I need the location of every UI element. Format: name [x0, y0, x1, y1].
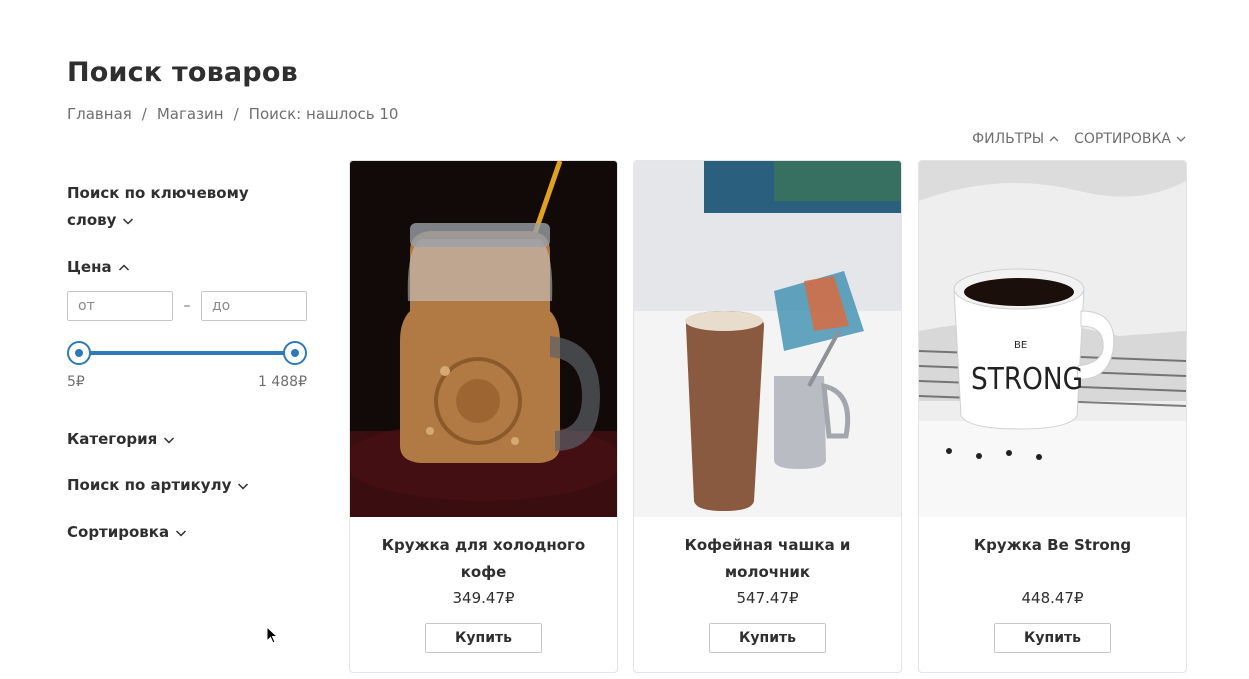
chevron-down-icon: [122, 215, 134, 227]
price-max-label: 1 488₽: [258, 374, 307, 390]
chevron-down-icon: [163, 434, 175, 446]
price-slider[interactable]: [67, 341, 307, 365]
buy-button[interactable]: Купить: [994, 623, 1111, 653]
keyword-filter-toggle[interactable]: Поиск по ключевому слову: [67, 180, 267, 234]
breadcrumb-separator: /: [233, 105, 239, 123]
price-range-labels: 5₽ 1 488₽: [67, 374, 307, 390]
product-card: Кофейная чашка и молочник 547.47₽ Купить: [633, 160, 902, 673]
product-price: 448.47₽: [1021, 589, 1084, 607]
price-to-input[interactable]: [201, 291, 307, 321]
price-slider-max-handle[interactable]: [283, 341, 307, 365]
breadcrumb-shop[interactable]: Магазин: [157, 105, 224, 123]
filters-toggle[interactable]: ФИЛЬТРЫ: [972, 131, 1060, 147]
page-title: Поиск товаров: [67, 57, 298, 88]
sort-toggle[interactable]: СОРТИРОВКА: [1074, 131, 1187, 147]
chevron-up-icon: [1048, 133, 1060, 145]
product-name[interactable]: Кружка для холодного кофе: [370, 532, 597, 586]
product-price: 547.47₽: [736, 589, 799, 607]
breadcrumb-current: Поиск: нашлось 10: [248, 105, 399, 123]
price-filter-toggle[interactable]: Цена: [67, 254, 130, 281]
product-image-iced-coffee-jar[interactable]: [350, 161, 617, 517]
filters-toggle-label: ФИЛЬТРЫ: [972, 131, 1045, 147]
sku-filter-label: Поиск по артикулу: [67, 476, 232, 494]
price-dash: –: [183, 298, 191, 314]
mouse-cursor-icon: [266, 625, 280, 646]
chevron-down-icon: [237, 480, 249, 492]
price-slider-min-handle[interactable]: [67, 341, 91, 365]
sort-toggle-label: СОРТИРОВКА: [1074, 131, 1171, 147]
sku-filter-toggle[interactable]: Поиск по артикулу: [67, 472, 249, 499]
product-card: BE STRONG Кружка Be Strong 448.47₽ Купит…: [918, 160, 1187, 673]
price-filter-label: Цена: [67, 258, 112, 276]
keyword-filter-label: Поиск по ключевому слову: [67, 184, 249, 229]
price-range-inputs: –: [67, 291, 307, 321]
buy-button[interactable]: Купить: [425, 623, 542, 653]
mug-text-small: BE: [1014, 340, 1027, 351]
product-image-be-strong-mug[interactable]: BE STRONG: [919, 161, 1186, 517]
product-name[interactable]: Кофейная чашка и молочник: [654, 532, 881, 586]
product-card: Кружка для холодного кофе 349.47₽ Купить: [349, 160, 618, 673]
price-from-input[interactable]: [67, 291, 173, 321]
chevron-up-icon: [118, 262, 130, 274]
sort-filter-toggle[interactable]: Сортировка: [67, 519, 187, 546]
category-filter-toggle[interactable]: Категория: [67, 426, 175, 453]
breadcrumb-home[interactable]: Главная: [67, 105, 132, 123]
product-image-coffee-cup-and-jug[interactable]: [634, 161, 901, 517]
chevron-down-icon: [1175, 133, 1187, 145]
chevron-down-icon: [175, 527, 187, 539]
product-name[interactable]: Кружка Be Strong: [939, 532, 1166, 559]
results-toolbar: ФИЛЬТРЫ СОРТИРОВКА: [972, 131, 1187, 147]
sort-filter-label: Сортировка: [67, 523, 170, 541]
breadcrumb-separator: /: [141, 105, 147, 123]
breadcrumb: Главная / Магазин / Поиск: нашлось 10: [67, 105, 398, 123]
product-price: 349.47₽: [452, 589, 515, 607]
price-min-label: 5₽: [67, 374, 85, 390]
category-filter-label: Категория: [67, 430, 158, 448]
price-slider-track: [78, 351, 296, 355]
mug-text-large: STRONG: [971, 362, 1083, 397]
buy-button[interactable]: Купить: [709, 623, 826, 653]
